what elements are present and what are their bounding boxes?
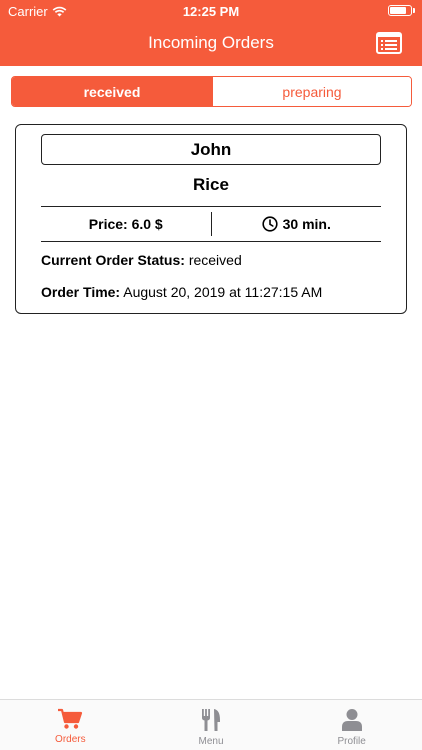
- status-time: 12:25 PM: [182, 4, 240, 19]
- prep-time-label: 30 min.: [282, 216, 331, 232]
- page-title: Incoming Orders: [148, 33, 274, 52]
- order-card[interactable]: John Rice Price: 6.0 $ 30 min. Current O…: [15, 124, 407, 314]
- tab-profile-label: Profile: [337, 736, 366, 747]
- tab-menu[interactable]: Menu: [141, 700, 282, 750]
- customer-name: John: [41, 134, 381, 165]
- order-status-value: received: [188, 252, 242, 268]
- order-status-label: Current Order Status:: [41, 252, 185, 268]
- segment-received[interactable]: received: [12, 77, 212, 106]
- header: Carrier 12:25 PM Incoming Orders: [0, 0, 422, 66]
- tab-profile[interactable]: Profile: [281, 700, 422, 750]
- price-label: Price: 6.0 $: [88, 216, 163, 232]
- order-time-line: Order Time: August 20, 2019 at 11:27:15 …: [41, 284, 322, 300]
- clock-icon: [262, 216, 278, 232]
- list-icon: [376, 32, 402, 54]
- order-status-segmented-control: received preparing: [11, 76, 412, 107]
- list-button[interactable]: [376, 32, 402, 54]
- fork-knife-icon: [202, 709, 220, 731]
- tab-bar: Orders Menu Profile: [0, 699, 422, 750]
- battery-level: [390, 7, 406, 14]
- segment-preparing[interactable]: preparing: [212, 77, 411, 106]
- battery-icon: [388, 5, 415, 16]
- tab-orders[interactable]: Orders: [0, 700, 141, 750]
- tab-orders-label: Orders: [55, 734, 86, 745]
- person-icon: [341, 709, 362, 731]
- order-time-label: Order Time:: [41, 284, 121, 300]
- cart-icon: [58, 708, 83, 729]
- price-time-row: Price: 6.0 $ 30 min.: [41, 206, 381, 242]
- tab-menu-label: Menu: [198, 736, 224, 747]
- item-name: Rice: [193, 175, 229, 194]
- status-bar: Carrier 12:25 PM: [0, 0, 422, 22]
- order-status-line: Current Order Status: received: [41, 252, 242, 268]
- order-time-value: August 20, 2019 at 11:27:15 AM: [123, 284, 323, 300]
- prep-time: 30 min.: [212, 207, 382, 241]
